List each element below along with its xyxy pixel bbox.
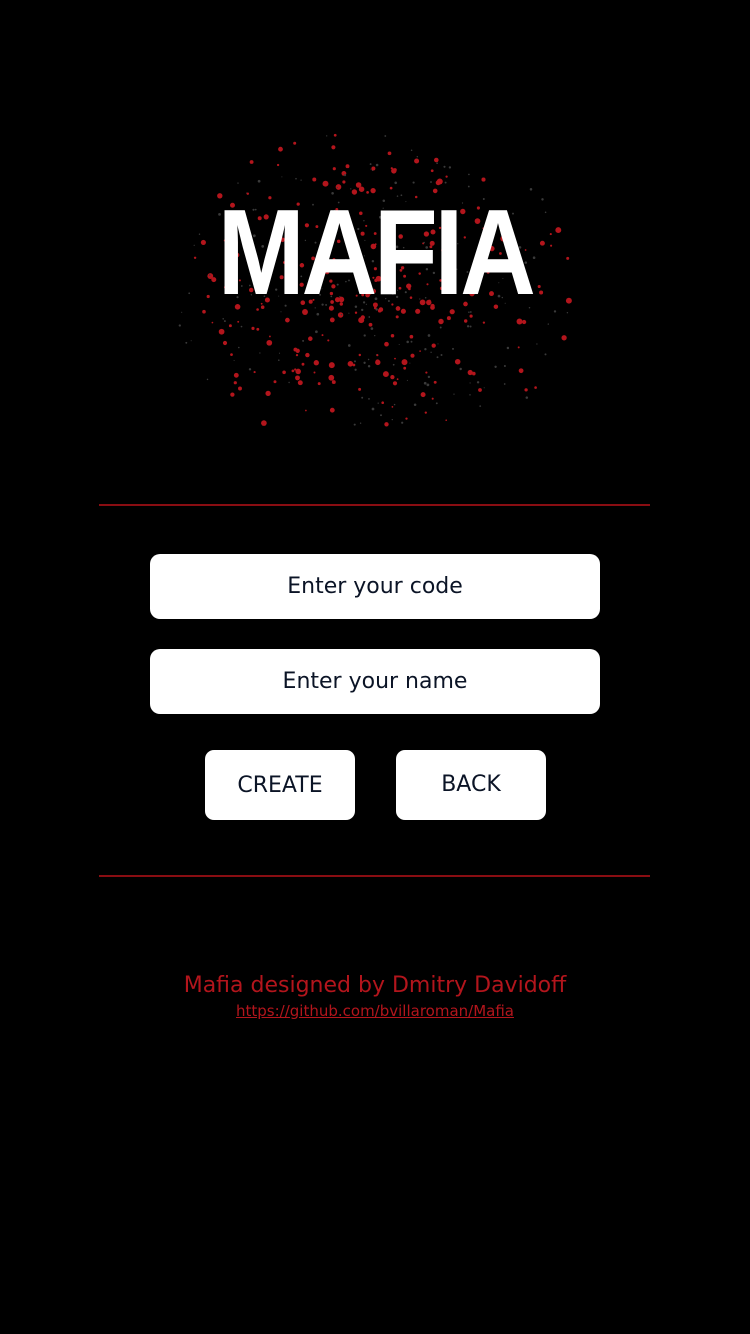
logo-title: MAFIA <box>217 184 535 320</box>
create-button[interactable]: CREATE <box>205 750 355 820</box>
back-button[interactable]: BACK <box>396 750 546 820</box>
code-input[interactable] <box>150 554 600 619</box>
name-input[interactable] <box>150 649 600 714</box>
bottom-divider <box>99 875 650 877</box>
top-divider <box>99 504 650 506</box>
designer-credit: Mafia designed by Dmitry Davidoff <box>183 973 567 998</box>
github-link[interactable]: https://github.com/bvillaroman/Mafia <box>0 1001 750 1021</box>
logo: MAFIA <box>170 120 580 430</box>
